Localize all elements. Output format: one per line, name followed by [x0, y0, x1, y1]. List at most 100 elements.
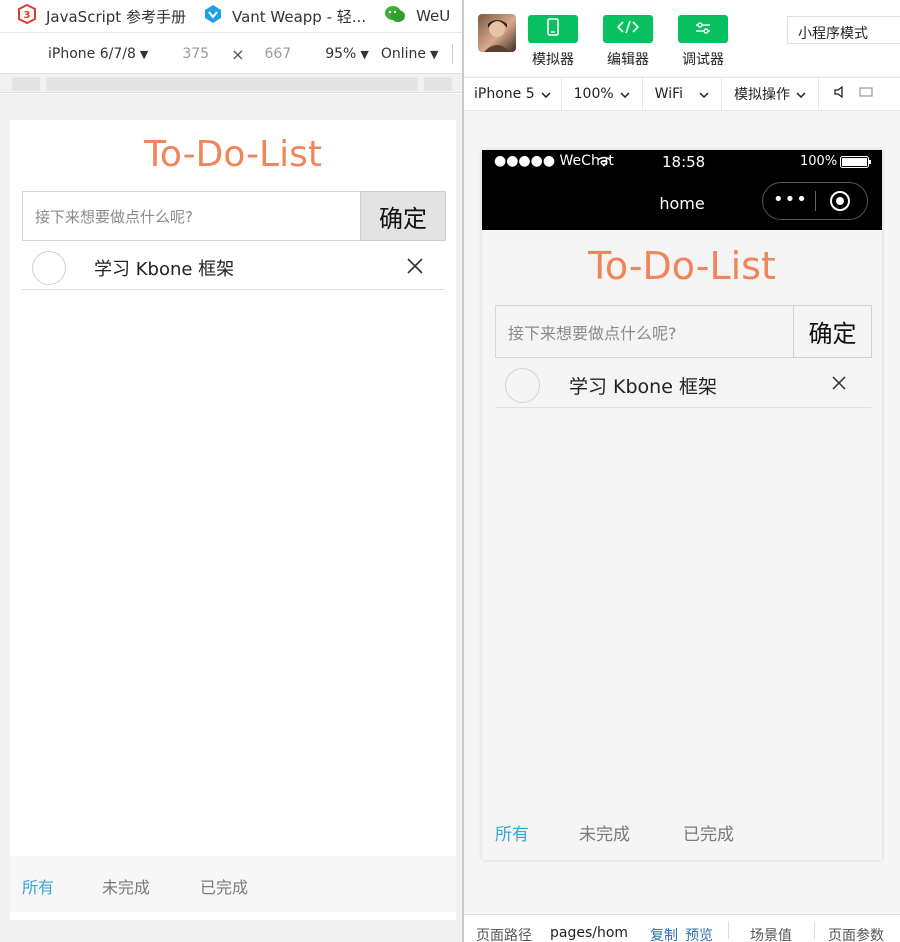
todo-page: To-Do-List 接下来想要做点什么呢? 确定 学习 Kbone 框架: [10, 120, 456, 920]
page-info-bar: 页面路径 pages/hom 复制 预览 场景值 页面参数: [464, 914, 900, 942]
complete-checkbox[interactable]: [32, 251, 66, 285]
bookmark-label: JavaScript 参考手册: [46, 7, 186, 26]
network-throttle-select[interactable]: Online ▼: [381, 46, 439, 62]
bookmark-label: Vant Weapp - 轻...: [231, 7, 367, 26]
status-time: 18:58: [662, 153, 706, 171]
todo-item-text: 学习 Kbone 框架: [94, 259, 235, 280]
close-icon[interactable]: [406, 257, 424, 279]
filter-active-tab[interactable]: 未完成: [579, 820, 630, 845]
capsule-menu: •••: [762, 182, 868, 220]
wechat-devtools-pane: 模拟器 编辑器 调试器 小程序模式 iPhone 5 100% WiFi 模拟操…: [464, 0, 900, 942]
zoom-select-label: 95%: [325, 46, 357, 62]
code-icon: [616, 19, 640, 39]
carrier-label: ●●●●● WeChat: [494, 153, 614, 169]
window-icon[interactable]: [859, 86, 873, 102]
filter-bar: 所有 未完成 已完成: [10, 856, 456, 912]
volume-icon[interactable]: [833, 85, 847, 103]
page-title: To-Do-List: [588, 244, 776, 288]
confirm-button[interactable]: 确定: [360, 191, 446, 241]
chevron-down-icon: [541, 86, 551, 102]
list-item: 学习 Kbone 框架: [495, 358, 871, 408]
simulate-operations-select[interactable]: 模拟操作: [722, 77, 820, 111]
wifi-icon: [597, 155, 611, 171]
zoom-select[interactable]: 100%: [562, 77, 643, 111]
path-label: 页面路径: [476, 928, 532, 942]
zoom-select[interactable]: 95% ▼: [325, 46, 369, 62]
battery-icon: [840, 156, 872, 172]
filter-all-tab[interactable]: 所有: [22, 874, 54, 898]
operations-select-label: 模拟操作: [734, 87, 791, 103]
preview-link[interactable]: 预览: [685, 925, 713, 942]
more-button[interactable]: •••: [773, 189, 808, 210]
editor-button[interactable]: [603, 15, 653, 43]
navigation-bar: home •••: [482, 174, 882, 230]
caret-down-icon: ▼: [360, 47, 369, 61]
debugger-label: 调试器: [682, 52, 724, 68]
media-query-segment[interactable]: [424, 77, 452, 91]
filter-completed-tab[interactable]: 已完成: [200, 874, 248, 898]
simulator-label: 模拟器: [532, 52, 574, 68]
complete-checkbox[interactable]: [505, 368, 540, 403]
filter-completed-tab[interactable]: 已完成: [683, 820, 734, 845]
vant-weapp-icon: [204, 4, 222, 28]
network-select-label: Online: [380, 46, 426, 62]
devtools-toolbar: 模拟器 编辑器 调试器 小程序模式: [464, 0, 900, 76]
close-icon[interactable]: [831, 375, 847, 395]
params-label[interactable]: 页面参数: [828, 925, 884, 942]
mode-select[interactable]: 小程序模式: [787, 16, 900, 44]
caret-down-icon: ▼: [139, 47, 149, 61]
viewport-width-input[interactable]: 375: [182, 46, 209, 62]
media-query-segment[interactable]: [46, 77, 418, 91]
filter-all-tab[interactable]: 所有: [495, 820, 529, 845]
device-select-label: iPhone 6/7/8: [48, 46, 136, 62]
bookmark-weui[interactable]: WeU: [366, 0, 450, 32]
network-select[interactable]: WiFi: [643, 77, 723, 111]
scene-label[interactable]: 场景值: [750, 925, 792, 942]
todo-input[interactable]: 接下来想要做点什么呢?: [22, 191, 361, 241]
filter-active-tab[interactable]: 未完成: [102, 874, 150, 898]
debugger-button[interactable]: [678, 15, 728, 43]
media-query-segment[interactable]: [12, 77, 40, 91]
simulator-toolbar: iPhone 5 100% WiFi 模拟操作: [464, 77, 900, 111]
page-title: To-Do-List: [144, 134, 322, 175]
simulator-button[interactable]: [528, 15, 578, 43]
path-value: pages/hom: [550, 925, 629, 941]
todo-item-text: 学习 Kbone 框架: [569, 376, 717, 398]
dimension-times-symbol: ×: [231, 44, 245, 64]
svg-text:3: 3: [24, 10, 31, 21]
device-select-label: iPhone 5: [474, 86, 535, 102]
device-select[interactable]: iPhone 5: [464, 77, 562, 111]
copy-link[interactable]: 复制: [650, 925, 678, 942]
status-bar: ●●●●● WeChat 18:58 100%: [482, 150, 882, 174]
filter-bar: 所有 未完成 已完成: [482, 780, 882, 860]
network-select-label: WiFi: [654, 86, 684, 102]
device-select[interactable]: iPhone 6/7/8 ▼: [48, 46, 148, 62]
battery-percent: 100%: [800, 154, 838, 169]
phone-simulator: ●●●●● WeChat 18:58 100% home ••• To-Do-L…: [482, 150, 882, 860]
sliders-icon: [695, 20, 711, 39]
emulated-viewport: To-Do-List 接下来想要做点什么呢? 确定 学习 Kbone 框架 所有…: [0, 94, 462, 942]
bookmark-javascript-reference[interactable]: 3 JavaScript 参考手册: [0, 0, 186, 32]
chevron-down-icon: [620, 86, 630, 102]
chevron-down-icon: [699, 86, 709, 102]
phone-icon: [546, 18, 560, 40]
viewport-height-input[interactable]: 667: [264, 46, 291, 62]
zoom-select-label: 100%: [573, 86, 614, 102]
editor-label: 编辑器: [607, 52, 649, 68]
bookmarks-bar: 3 JavaScript 参考手册 Vant Weapp - 轻... WeU: [0, 0, 462, 33]
bottom-divider: [728, 921, 729, 939]
wechat-icon: [384, 4, 406, 28]
todo-input[interactable]: 接下来想要做点什么呢?: [495, 305, 795, 358]
caret-down-icon: ▼: [429, 47, 439, 61]
avatar[interactable]: [478, 14, 516, 52]
list-item: 学习 Kbone 框架: [22, 241, 444, 290]
chevron-down-icon: [796, 86, 806, 102]
chrome-devtools-pane: 3 JavaScript 参考手册 Vant Weapp - 轻... WeU …: [0, 0, 462, 942]
javascript-reference-icon: 3: [18, 3, 36, 28]
close-miniprogram-icon[interactable]: [829, 190, 851, 216]
media-query-bar[interactable]: [0, 73, 462, 93]
bookmark-vant-weapp[interactable]: Vant Weapp - 轻...: [186, 0, 367, 32]
confirm-button[interactable]: 确定: [793, 305, 872, 358]
bottom-divider: [814, 921, 815, 939]
device-emulation-toolbar: iPhone 6/7/8 ▼ 375 × 667 95% ▼ Online ▼: [0, 37, 462, 71]
